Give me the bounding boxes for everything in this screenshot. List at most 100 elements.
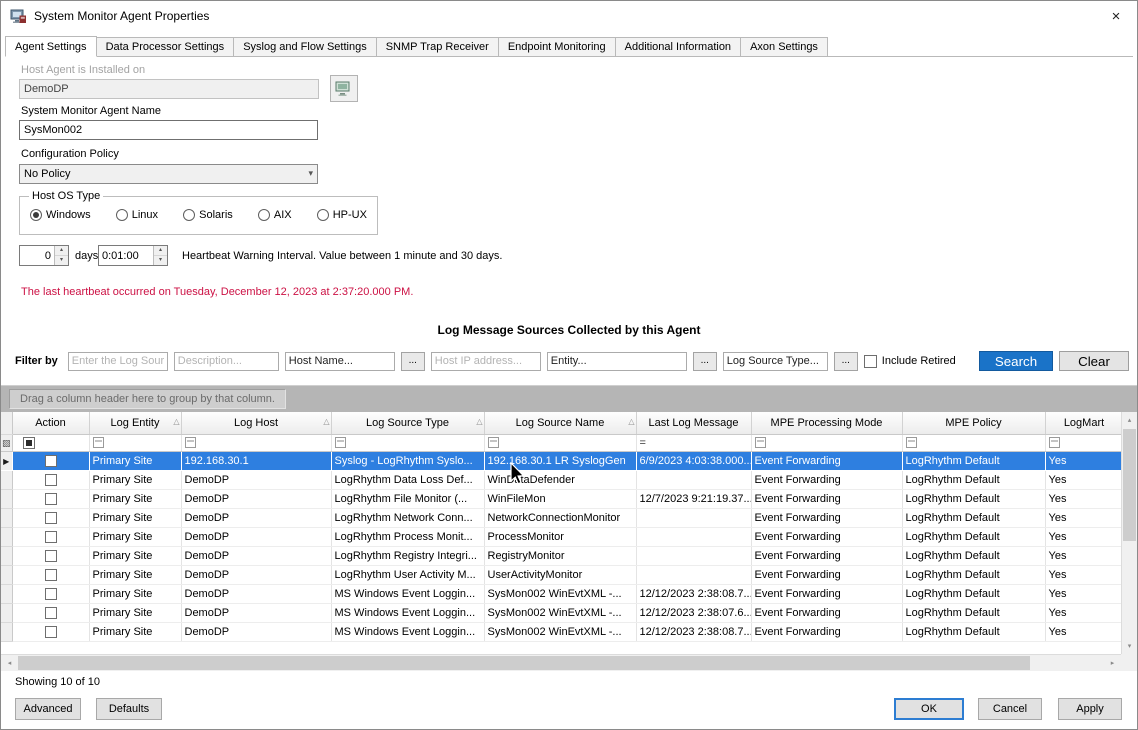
tab-additional-information[interactable]: Additional Information <box>616 37 741 57</box>
log-source-type-filter-input[interactable] <box>723 352 828 371</box>
column-header-log-host[interactable]: Log Host△ <box>181 412 331 434</box>
row-checkbox[interactable] <box>45 588 57 600</box>
cell-policy[interactable]: LogRhythm Default <box>902 527 1045 546</box>
cell-action[interactable] <box>12 508 89 527</box>
cell-type[interactable]: MS Windows Event Loggin... <box>331 603 484 622</box>
cell-action[interactable] <box>12 565 89 584</box>
cell-logmart[interactable]: Yes <box>1045 489 1121 508</box>
cell-name[interactable]: WinFileMon <box>484 489 636 508</box>
filter-cell-logmart[interactable] <box>1045 434 1121 451</box>
cell-last[interactable]: 12/7/2023 9:21:19.37... <box>636 489 751 508</box>
cell-policy[interactable]: LogRhythm Default <box>902 546 1045 565</box>
cell-policy[interactable]: LogRhythm Default <box>902 470 1045 489</box>
filter-cell-log-source-type[interactable] <box>331 434 484 451</box>
cell-mode[interactable]: Event Forwarding <box>751 527 902 546</box>
cell-name[interactable]: SysMon002 WinEvtXML -... <box>484 622 636 641</box>
log-source-row[interactable]: Primary SiteDemoDPLogRhythm Process Moni… <box>1 527 1121 546</box>
os-radio-aix[interactable]: AIX <box>258 209 292 221</box>
log-source-row[interactable]: Primary SiteDemoDPMS Windows Event Loggi… <box>1 622 1121 641</box>
row-checkbox[interactable] <box>45 531 57 543</box>
os-radio-solaris[interactable]: Solaris <box>183 209 233 221</box>
spin-up-icon[interactable]: ▴ <box>154 246 167 256</box>
clear-button[interactable]: Clear <box>1059 351 1129 371</box>
row-checkbox[interactable] <box>45 626 57 638</box>
cell-name[interactable]: SysMon002 WinEvtXML -... <box>484 584 636 603</box>
cell-logmart[interactable]: Yes <box>1045 527 1121 546</box>
log-source-row[interactable]: Primary SiteDemoDPLogRhythm Registry Int… <box>1 546 1121 565</box>
cell-action[interactable] <box>12 622 89 641</box>
row-checkbox[interactable] <box>45 550 57 562</box>
ok-button[interactable]: OK <box>894 698 964 720</box>
equals-filter-icon[interactable]: = <box>640 437 646 449</box>
cell-action[interactable] <box>12 527 89 546</box>
cell-entity[interactable]: Primary Site <box>89 508 181 527</box>
cell-mode[interactable]: Event Forwarding <box>751 489 902 508</box>
cell-entity[interactable]: Primary Site <box>89 489 181 508</box>
spin-down-icon[interactable]: ▾ <box>55 256 68 265</box>
cell-type[interactable]: LogRhythm Network Conn... <box>331 508 484 527</box>
cell-entity[interactable]: Primary Site <box>89 565 181 584</box>
os-radio-hp-ux[interactable]: HP-UX <box>317 209 367 221</box>
scroll-right-icon[interactable]: ▸ <box>1104 655 1121 671</box>
vertical-scroll-thumb[interactable] <box>1123 429 1136 541</box>
filter-cell-log-entity[interactable] <box>89 434 181 451</box>
cell-logmart[interactable]: Yes <box>1045 451 1121 470</box>
cell-last[interactable]: 12/12/2023 2:38:08.7... <box>636 584 751 603</box>
cell-host[interactable]: DemoDP <box>181 584 331 603</box>
column-header-logmart[interactable]: LogMart <box>1045 412 1121 434</box>
cell-entity[interactable]: Primary Site <box>89 546 181 565</box>
cell-host[interactable]: DemoDP <box>181 508 331 527</box>
os-radio-linux[interactable]: Linux <box>116 209 158 221</box>
filter-cell-log-host[interactable] <box>181 434 331 451</box>
defaults-button[interactable]: Defaults <box>96 698 162 720</box>
tab-snmp-trap-receiver[interactable]: SNMP Trap Receiver <box>377 37 499 57</box>
filter-box-icon[interactable] <box>1049 437 1060 448</box>
cell-action[interactable] <box>12 546 89 565</box>
host-name-browse-button[interactable]: ... <box>401 352 425 371</box>
entity-filter-input[interactable] <box>547 352 687 371</box>
cell-logmart[interactable]: Yes <box>1045 565 1121 584</box>
cell-type[interactable]: Syslog - LogRhythm Syslo... <box>331 451 484 470</box>
cell-entity[interactable]: Primary Site <box>89 451 181 470</box>
filter-box-icon[interactable] <box>185 437 196 448</box>
cell-type[interactable]: LogRhythm File Monitor (... <box>331 489 484 508</box>
tab-syslog-and-flow-settings[interactable]: Syslog and Flow Settings <box>234 37 377 57</box>
filter-cell-action[interactable] <box>12 434 89 451</box>
log-source-row[interactable]: Primary SiteDemoDPMS Windows Event Loggi… <box>1 584 1121 603</box>
cell-policy[interactable]: LogRhythm Default <box>902 622 1045 641</box>
cell-last[interactable] <box>636 565 751 584</box>
filter-box-icon[interactable] <box>906 437 917 448</box>
row-checkbox[interactable] <box>45 455 57 467</box>
close-button[interactable]: × <box>1095 1 1137 31</box>
row-checkbox[interactable] <box>45 474 57 486</box>
description-filter-input[interactable] <box>174 352 279 371</box>
column-header-log-source-type[interactable]: Log Source Type△ <box>331 412 484 434</box>
cell-action[interactable] <box>12 451 89 470</box>
column-header-log-entity[interactable]: Log Entity△ <box>89 412 181 434</box>
cell-name[interactable]: RegistryMonitor <box>484 546 636 565</box>
cell-entity[interactable]: Primary Site <box>89 470 181 489</box>
cell-name[interactable]: NetworkConnectionMonitor <box>484 508 636 527</box>
filter-cell-mpe-processing-mode[interactable] <box>751 434 902 451</box>
column-header-mpe-processing-mode[interactable]: MPE Processing Mode <box>751 412 902 434</box>
cell-name[interactable]: SysMon002 WinEvtXML -... <box>484 603 636 622</box>
host-name-filter-input[interactable] <box>285 352 395 371</box>
column-header-last-log-message[interactable]: Last Log Message <box>636 412 751 434</box>
cell-type[interactable]: LogRhythm Process Monit... <box>331 527 484 546</box>
cell-host[interactable]: DemoDP <box>181 527 331 546</box>
horizontal-scrollbar[interactable]: ◂ ▸ <box>1 654 1121 671</box>
host-agent-input[interactable] <box>19 79 319 99</box>
cell-name[interactable]: UserActivityMonitor <box>484 565 636 584</box>
cell-type[interactable]: LogRhythm Registry Integri... <box>331 546 484 565</box>
cell-last[interactable]: 12/12/2023 2:38:07.6... <box>636 603 751 622</box>
tab-data-processor-settings[interactable]: Data Processor Settings <box>97 37 235 57</box>
cell-policy[interactable]: LogRhythm Default <box>902 584 1045 603</box>
cell-entity[interactable]: Primary Site <box>89 584 181 603</box>
cell-policy[interactable]: LogRhythm Default <box>902 489 1045 508</box>
cell-entity[interactable]: Primary Site <box>89 603 181 622</box>
cell-mode[interactable]: Event Forwarding <box>751 584 902 603</box>
column-header-mpe-policy[interactable]: MPE Policy <box>902 412 1045 434</box>
cell-action[interactable] <box>12 470 89 489</box>
cell-host[interactable]: DemoDP <box>181 470 331 489</box>
tab-axon-settings[interactable]: Axon Settings <box>741 37 828 57</box>
